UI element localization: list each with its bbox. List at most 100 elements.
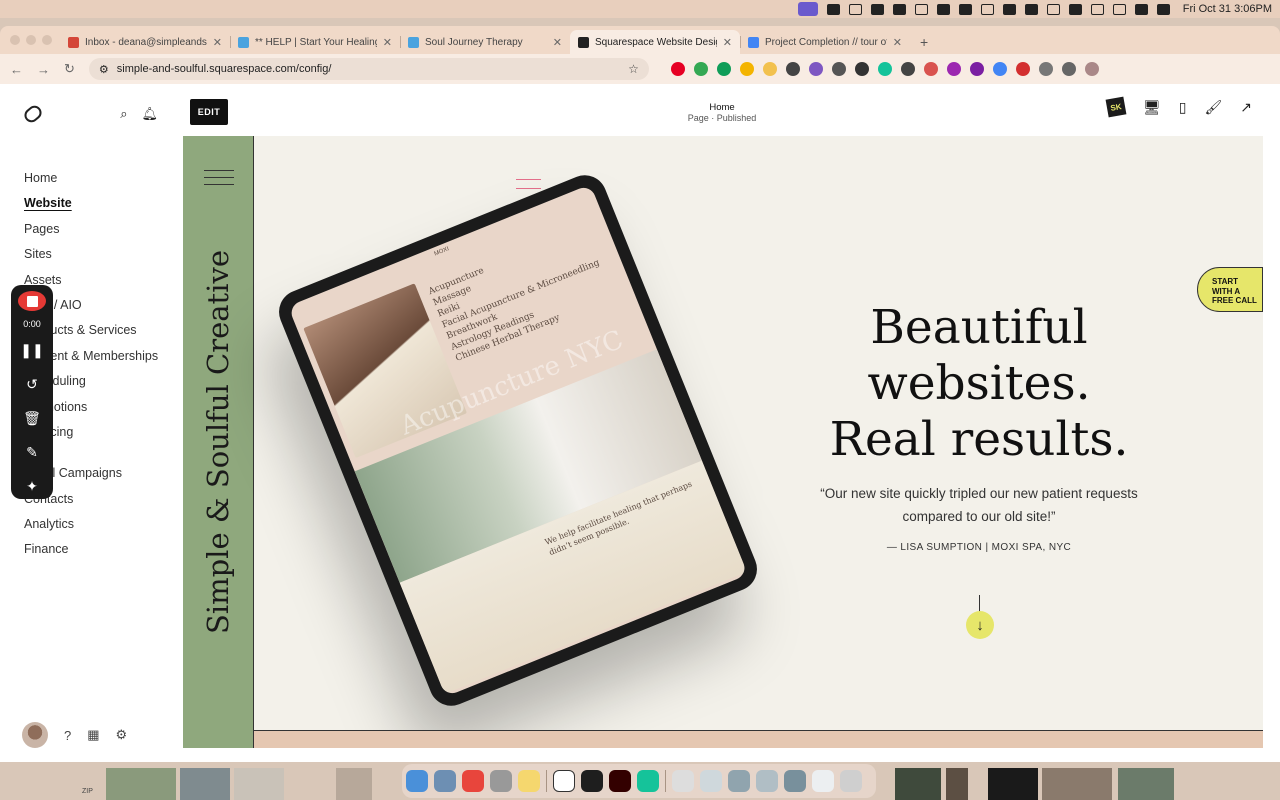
forward-icon[interactable]: → bbox=[37, 62, 50, 77]
squarekit-badge[interactable]: SK bbox=[1105, 96, 1127, 118]
website-preview-canvas[interactable]: Simple & Soulful Creative MOXI Acupunctu… bbox=[183, 136, 1263, 748]
dark-mode-icon[interactable] bbox=[854, 62, 869, 76]
screenshot-icon[interactable] bbox=[728, 770, 750, 792]
mobile-view-icon[interactable]: ▯ bbox=[1179, 99, 1187, 116]
bookmark-star-icon[interactable]: ☆ bbox=[628, 62, 639, 76]
trash-icon[interactable] bbox=[840, 770, 862, 792]
site-styles-brush-icon[interactable]: 🖌︎ bbox=[1204, 99, 1222, 116]
bookmarks-icon[interactable] bbox=[1061, 62, 1076, 76]
grammarly-icon[interactable] bbox=[877, 62, 892, 76]
avatar[interactable] bbox=[22, 722, 48, 748]
drive-icon[interactable] bbox=[693, 62, 708, 76]
help-icon[interactable]: ? bbox=[64, 728, 71, 743]
apps-grid-icon[interactable]: ▦ bbox=[87, 727, 99, 743]
squarespace-logo-icon[interactable] bbox=[21, 102, 45, 126]
close-app-icon[interactable] bbox=[936, 3, 950, 15]
preview-icon[interactable] bbox=[434, 770, 456, 792]
folder-icon[interactable] bbox=[784, 770, 806, 792]
search-icon[interactable] bbox=[1112, 3, 1126, 15]
extension-icon[interactable] bbox=[808, 62, 823, 76]
zip-file-label[interactable]: ZIP bbox=[82, 788, 93, 795]
finder-icon[interactable] bbox=[406, 770, 428, 792]
desktop-file-thumbnail[interactable] bbox=[988, 768, 1038, 800]
siri-icon[interactable] bbox=[1156, 3, 1170, 15]
stop-recording-button[interactable] bbox=[18, 291, 46, 311]
pen-icon[interactable] bbox=[831, 62, 846, 76]
wifi-icon[interactable] bbox=[1090, 3, 1104, 15]
browser-tab[interactable]: ** HELP | Start Your Healing ✕ bbox=[230, 30, 400, 54]
desktop-file-thumbnail[interactable] bbox=[946, 768, 968, 800]
chrome-icon[interactable] bbox=[462, 770, 484, 792]
lastpass-icon[interactable] bbox=[1015, 62, 1030, 76]
new-tab-button[interactable]: + bbox=[910, 34, 938, 54]
url-text[interactable]: simple-and-soulful.squarespace.com/confi… bbox=[117, 63, 332, 75]
colorzilla-icon[interactable] bbox=[946, 62, 961, 76]
folder-icon[interactable] bbox=[762, 62, 777, 76]
sidebar-item-analytics[interactable]: Analytics bbox=[24, 512, 182, 537]
creative-cloud-icon[interactable] bbox=[914, 3, 928, 15]
google-icon[interactable] bbox=[1024, 3, 1038, 15]
control-center-icon[interactable] bbox=[1134, 3, 1148, 15]
notion-icon[interactable] bbox=[553, 770, 575, 792]
grammarly-icon[interactable] bbox=[870, 3, 884, 15]
desktop-view-icon[interactable]: 🖥︎ bbox=[1143, 99, 1161, 116]
notification-bell-icon[interactable]: 🔔︎ bbox=[141, 106, 158, 122]
desktop-file-thumbnail[interactable] bbox=[180, 768, 230, 800]
desktop-file-thumbnail[interactable] bbox=[106, 768, 176, 800]
desktop-file-thumbnail[interactable] bbox=[234, 768, 284, 800]
bluetooth-icon[interactable] bbox=[1046, 3, 1060, 15]
desktop-file-thumbnail[interactable] bbox=[1118, 768, 1174, 800]
notes-icon[interactable] bbox=[518, 770, 540, 792]
battery-icon[interactable] bbox=[1068, 3, 1082, 15]
browser-tab[interactable]: Soul Journey Therapy ✕ bbox=[400, 30, 570, 54]
image-file-icon[interactable] bbox=[756, 770, 778, 792]
record-icon[interactable] bbox=[923, 62, 938, 76]
grammarly-icon[interactable] bbox=[637, 770, 659, 792]
close-window-button[interactable] bbox=[10, 35, 20, 45]
palette-icon[interactable] bbox=[739, 62, 754, 76]
draw-pen-icon[interactable]: ✎ bbox=[26, 439, 38, 465]
browser-tab[interactable]: Inbox - deana@simpleandsoulful.com ✕ bbox=[60, 30, 230, 54]
confetti-icon[interactable]: ✦ bbox=[26, 473, 38, 499]
document-icon[interactable] bbox=[700, 770, 722, 792]
script-icon[interactable] bbox=[900, 62, 915, 76]
sidebar-item-website[interactable]: Website bbox=[24, 191, 182, 216]
open-external-icon[interactable]: ↗ bbox=[1240, 99, 1252, 116]
launchpad-icon[interactable] bbox=[490, 770, 512, 792]
minimize-window-button[interactable] bbox=[26, 35, 36, 45]
screen-record-icon[interactable] bbox=[797, 2, 818, 16]
chrome-icon[interactable] bbox=[992, 62, 1007, 76]
illustrator-icon[interactable] bbox=[609, 770, 631, 792]
close-tab-icon[interactable]: ✕ bbox=[213, 36, 222, 49]
text-icon[interactable] bbox=[848, 3, 862, 15]
reload-icon[interactable]: ↻ bbox=[64, 61, 75, 77]
help-icon[interactable] bbox=[672, 770, 694, 792]
translate-icon[interactable] bbox=[969, 62, 984, 76]
close-tab-icon[interactable]: ✕ bbox=[383, 36, 392, 49]
trash-icon[interactable]: 🗑︎ bbox=[23, 405, 41, 431]
restart-icon[interactable]: ↺ bbox=[26, 371, 38, 397]
browser-tab[interactable]: Project Completion // tour of ✕ bbox=[740, 30, 910, 54]
drive-icon[interactable] bbox=[892, 3, 906, 15]
site-settings-icon[interactable]: ⚙ bbox=[99, 63, 109, 76]
edit-button[interactable]: EDIT bbox=[190, 99, 228, 125]
close-tab-icon[interactable]: ✕ bbox=[893, 36, 902, 49]
desktop-file-thumbnail[interactable] bbox=[336, 768, 372, 800]
desktop-file-thumbnail[interactable] bbox=[1042, 768, 1112, 800]
sidebar-item-home[interactable]: Home bbox=[24, 166, 182, 191]
sidebar-item-finance[interactable]: Finance bbox=[24, 537, 182, 562]
close-tab-icon[interactable]: ✕ bbox=[723, 36, 732, 49]
back-icon[interactable]: ← bbox=[10, 62, 23, 77]
pinterest-icon[interactable] bbox=[670, 62, 685, 76]
pause-icon[interactable]: ❚❚ bbox=[20, 337, 43, 363]
address-bar[interactable]: ⚙ simple-and-soulful.squarespace.com/con… bbox=[88, 58, 649, 80]
hamburger-menu-icon[interactable] bbox=[204, 170, 234, 191]
puzzle-icon[interactable] bbox=[1038, 62, 1053, 76]
profile-avatar-icon[interactable] bbox=[1084, 62, 1099, 76]
figma-icon[interactable] bbox=[581, 770, 603, 792]
menubar-clock[interactable]: Fri Oct 31 3:06PM bbox=[1183, 3, 1272, 15]
display-icon[interactable] bbox=[1002, 3, 1016, 15]
browser-tab-active[interactable]: Squarespace Website Design ✕ bbox=[570, 30, 740, 54]
scroll-down-arrow-icon[interactable]: ↓ bbox=[966, 611, 994, 639]
zoom-window-button[interactable] bbox=[42, 35, 52, 45]
